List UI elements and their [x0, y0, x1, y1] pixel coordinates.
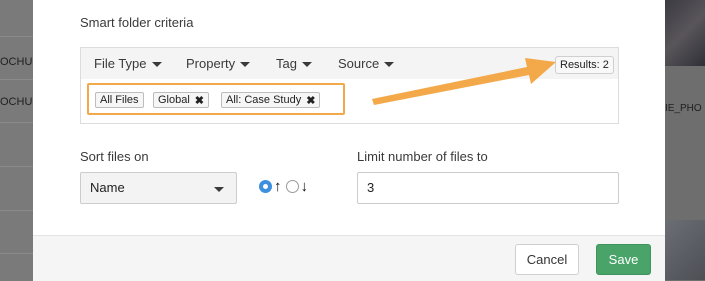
chip-label: Global — [158, 94, 190, 106]
tag-filter[interactable]: Tag — [276, 56, 312, 71]
remove-chip-icon[interactable]: ✖ — [306, 94, 315, 107]
divider — [0, 122, 33, 123]
tag-area: All Files Global ✖ All: Case Study ✖ — [81, 79, 618, 123]
background-file-list: OCHU OCHUR — [0, 0, 33, 281]
arrow-up-icon: ↑ — [274, 178, 282, 195]
save-button[interactable]: Save — [596, 244, 651, 275]
divider — [0, 253, 33, 254]
background-thumbnails: IE_PHO — [665, 0, 705, 281]
sort-direction: ↑ ↓ — [259, 179, 310, 194]
limit-label: Limit number of files to — [357, 149, 488, 164]
divider — [0, 36, 33, 37]
background-file-name: OCHU — [0, 56, 33, 68]
dialog-footer: Cancel Save — [33, 235, 665, 281]
background-file-name: OCHUR — [0, 96, 33, 108]
sort-label: Sort files on — [80, 149, 149, 164]
caret-down-icon — [240, 61, 251, 67]
chip-global: Global ✖ — [153, 92, 210, 108]
sort-selected-value: Name — [90, 180, 125, 195]
caret-down-icon — [384, 61, 395, 67]
cancel-button[interactable]: Cancel — [515, 244, 579, 275]
divider — [0, 210, 33, 211]
thumbnail-image — [665, 220, 705, 280]
sort-ascending-radio[interactable] — [259, 180, 272, 193]
chip-label: All: Case Study — [226, 94, 302, 106]
caret-down-icon — [301, 61, 312, 67]
file-type-filter[interactable]: File Type — [94, 56, 162, 71]
source-filter[interactable]: Source — [338, 56, 395, 71]
limit-input[interactable]: 3 — [357, 172, 619, 204]
filter-label: Source — [338, 56, 380, 71]
caret-down-icon — [151, 61, 162, 67]
filter-label: Tag — [276, 56, 297, 71]
divider — [0, 166, 33, 167]
property-filter[interactable]: Property — [186, 56, 251, 71]
criteria-title: Smart folder criteria — [80, 15, 194, 30]
remove-chip-icon[interactable]: ✖ — [195, 94, 204, 107]
results-badge: Results: 2 — [555, 56, 614, 74]
sort-descending-radio[interactable] — [285, 180, 299, 193]
arrow-down-icon: ↓ — [300, 178, 309, 195]
thumbnail-image — [665, 0, 705, 66]
background-file-name: IE_PHO — [665, 103, 702, 114]
smart-folder-dialog: Smart folder criteria File Type Property… — [33, 0, 665, 281]
chip-label: All Files — [100, 94, 139, 106]
caret-down-icon — [214, 187, 224, 192]
sort-select[interactable]: Name — [80, 172, 237, 204]
filter-bar: File Type Property Tag Source Results: 2 — [81, 48, 618, 79]
chip-case-study: All: Case Study ✖ — [221, 92, 321, 108]
criteria-box: File Type Property Tag Source Results: 2… — [80, 47, 619, 124]
divider — [0, 79, 33, 80]
filter-label: File Type — [94, 56, 147, 71]
filter-label: Property — [186, 56, 236, 71]
chip-all-files: All Files — [95, 92, 144, 108]
